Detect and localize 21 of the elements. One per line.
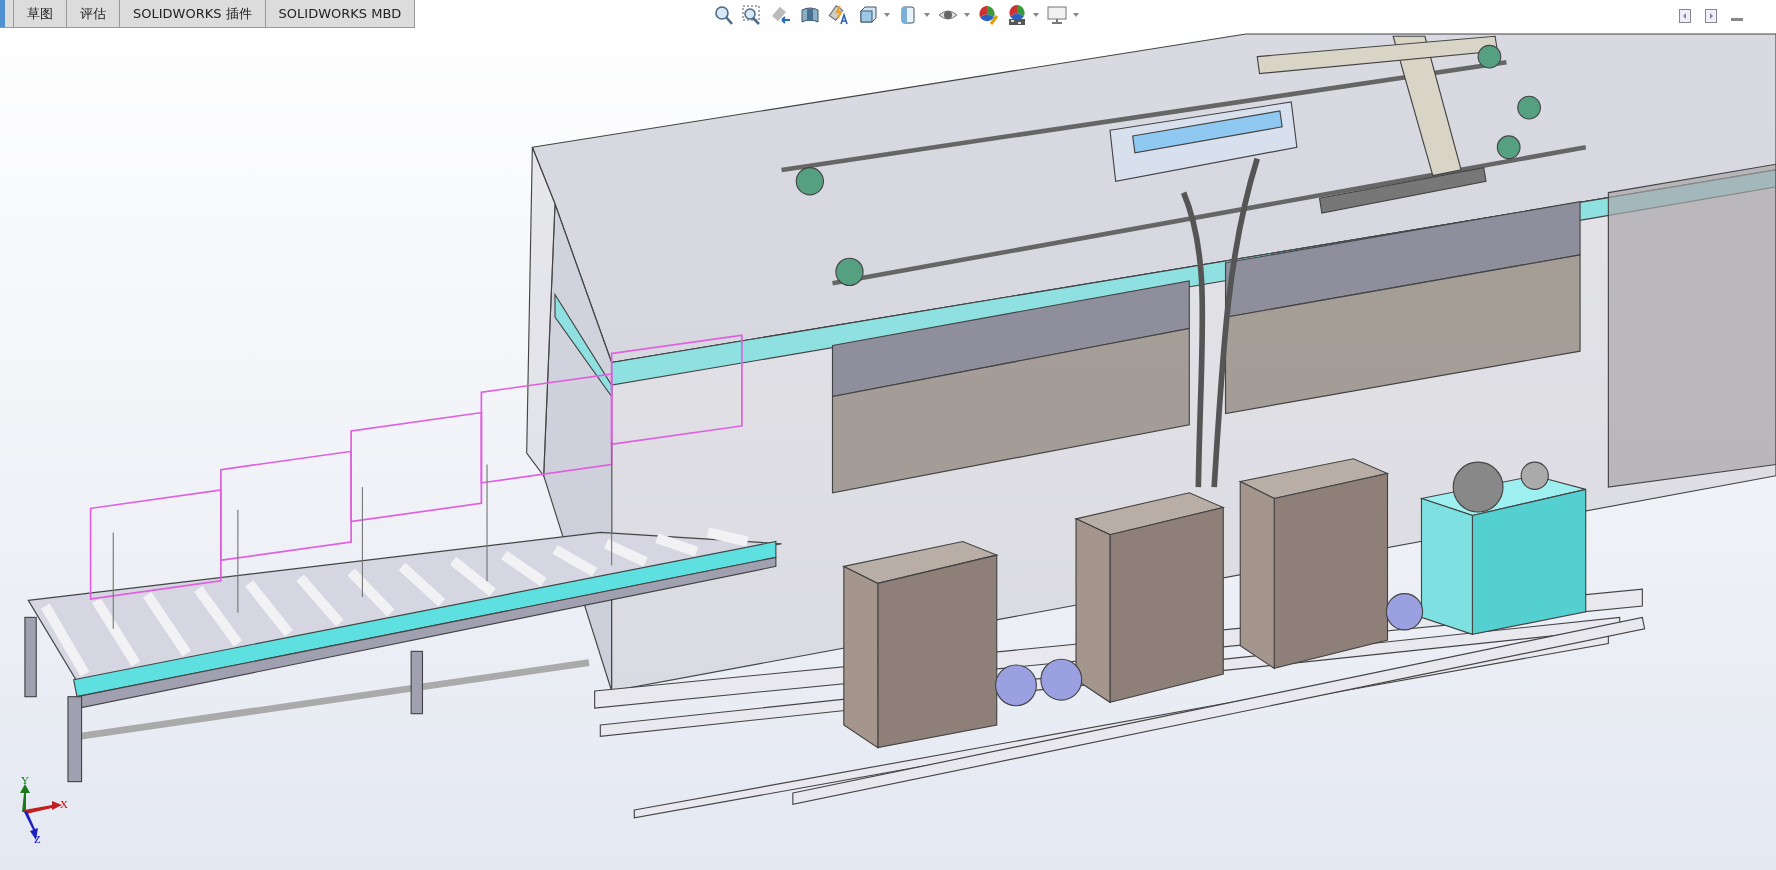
dynamic-annotation-icon[interactable]	[828, 4, 850, 26]
tab-fragment[interactable]	[0, 0, 14, 27]
zoom-to-fit-icon[interactable]	[712, 4, 734, 26]
tile-left-icon[interactable]	[1679, 9, 1691, 23]
previous-view-icon[interactable]	[770, 4, 792, 26]
scene-icon[interactable]	[1006, 4, 1028, 26]
axis-label: X	[60, 798, 68, 810]
appearance-icon[interactable]	[977, 4, 999, 26]
caret-icon[interactable]	[924, 13, 930, 17]
caret-icon[interactable]	[964, 13, 970, 17]
monitor-icon[interactable]	[1046, 4, 1068, 26]
caret-icon[interactable]	[884, 13, 890, 17]
minimize-icon[interactable]	[1731, 18, 1743, 22]
section-view-icon[interactable]	[799, 4, 821, 26]
caret-icon[interactable]	[1073, 13, 1079, 17]
caret-icon[interactable]	[1033, 13, 1039, 17]
axis-label: Y	[21, 774, 29, 786]
tile-right-icon[interactable]	[1705, 9, 1717, 23]
view-orientation-icon[interactable]	[857, 4, 879, 26]
zoom-area-icon[interactable]	[741, 4, 763, 26]
axis-label: Z	[34, 833, 41, 845]
